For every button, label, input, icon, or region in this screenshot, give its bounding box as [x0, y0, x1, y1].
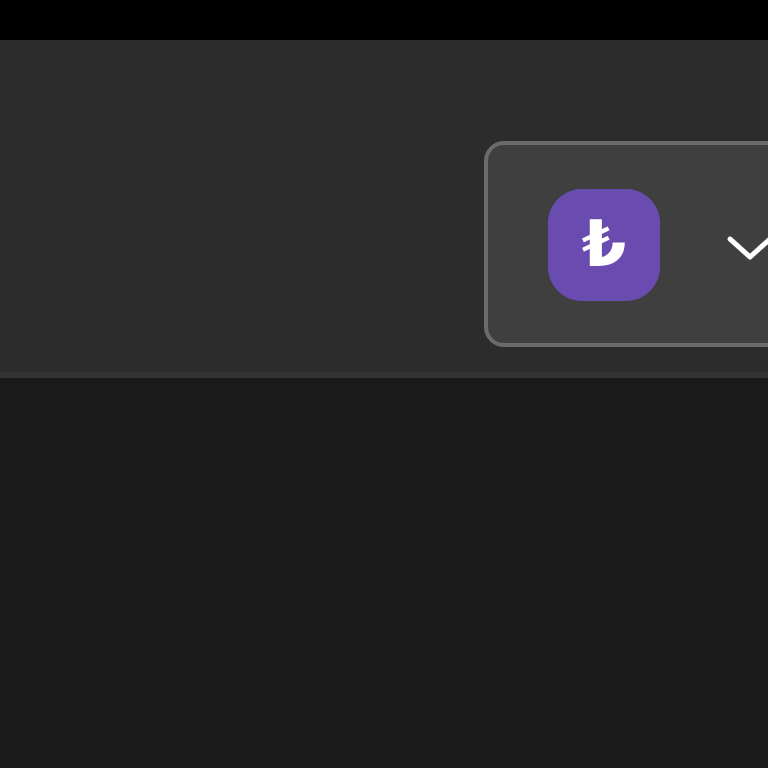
- lira-sign-icon: ₺: [581, 208, 627, 282]
- top-strip: [0, 0, 768, 40]
- currency-badge: ₺: [548, 189, 660, 301]
- chevron-down-icon: [727, 236, 768, 260]
- header-bar: ₺: [0, 40, 768, 372]
- content-area: [0, 378, 768, 768]
- currency-selector[interactable]: ₺: [484, 141, 768, 347]
